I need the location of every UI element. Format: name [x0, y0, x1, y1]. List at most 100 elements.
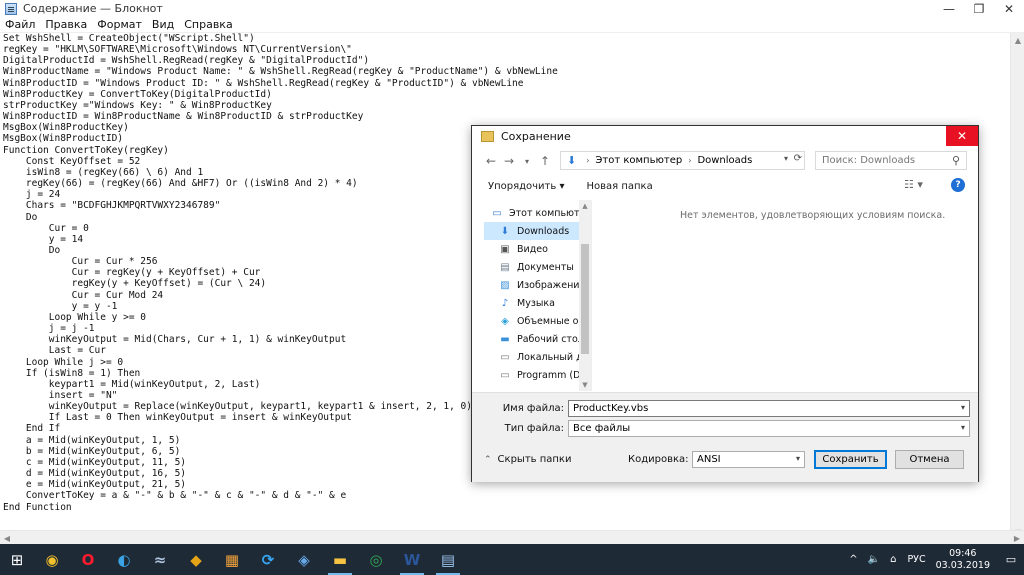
- code-line: Win8ProductID = "Windows Product ID: " &…: [3, 77, 524, 89]
- hide-folders-button[interactable]: ⌃ Скрыть папки: [484, 454, 571, 465]
- tree-item[interactable]: ◈ Объемные объ: [484, 312, 591, 330]
- file-explorer-icon[interactable]: ▬: [322, 544, 358, 575]
- tray-chevron-icon[interactable]: ^: [849, 554, 857, 565]
- tree-scrollbar[interactable]: ▲ ▼: [579, 200, 591, 391]
- scroll-thumb[interactable]: [581, 244, 589, 354]
- store-app-icon[interactable]: ◈: [286, 544, 322, 575]
- wave-app-icon[interactable]: ≈: [142, 544, 178, 575]
- filetype-value: Все файлы: [573, 423, 631, 434]
- window-title: Содержание — Блокнот: [23, 2, 163, 15]
- taskbar-apps: ◉ O ◐ ≈ ◆ ▦ ⟳ ◈ ▬ ◎ W ▤: [34, 544, 466, 575]
- notepad-title-bar[interactable]: Содержание — Блокнот — ❐ ✕: [0, 0, 1024, 17]
- scroll-right-icon[interactable]: ▶: [1010, 531, 1024, 545]
- breadcrumb-current[interactable]: Downloads: [697, 155, 752, 166]
- scroll-left-icon[interactable]: ◀: [0, 531, 14, 545]
- new-folder-button[interactable]: Новая папка: [586, 181, 652, 192]
- tree-item[interactable]: ⬇ Downloads: [484, 222, 591, 240]
- tree-item[interactable]: ▬ Рабочий стол: [484, 330, 591, 348]
- images-icon: ▨: [500, 279, 510, 291]
- close-button[interactable]: ✕: [994, 0, 1024, 17]
- photo-app-icon[interactable]: ▦: [214, 544, 250, 575]
- up-arrow-icon[interactable]: ↑: [536, 152, 554, 170]
- taskbar: ⊞ ◉ O ◐ ≈ ◆ ▦ ⟳ ◈ ▬ ◎ W ▤ ^ 🔈 ⌂ РУС 09:46 03.03.201…: [0, 544, 1024, 575]
- menu-file[interactable]: Файл: [0, 18, 40, 31]
- notifications-icon[interactable]: ▭: [998, 544, 1024, 575]
- chevron-down-icon[interactable]: ▾: [961, 403, 965, 412]
- tree-item-label: Видео: [517, 243, 548, 255]
- breadcrumb-root[interactable]: Этот компьютер: [595, 155, 682, 166]
- tree-item[interactable]: ▭ Programm (D:): [484, 366, 591, 384]
- horizontal-scrollbar[interactable]: ◀ ▶: [0, 530, 1024, 544]
- breadcrumb-separator-icon: ›: [688, 156, 692, 165]
- minimize-button[interactable]: —: [934, 0, 964, 17]
- local-disk-icon: ▭: [500, 351, 510, 363]
- search-icon[interactable]: ⚲: [952, 154, 960, 167]
- search-input[interactable]: Поиск: Downloads ⚲: [815, 151, 967, 170]
- address-bar[interactable]: ⬇ › Этот компьютер › Downloads ▾ ⟳: [560, 151, 805, 170]
- tree-item[interactable]: ♪ Музыка: [484, 294, 591, 312]
- chevron-down-icon[interactable]: ▾: [796, 454, 800, 463]
- word-icon[interactable]: W: [394, 544, 430, 575]
- code-line: regKey = "HKLM\SOFTWARE\Microsoft\Window…: [3, 44, 352, 56]
- cancel-button[interactable]: Отмена: [895, 450, 964, 469]
- tree-item-label: Музыка: [517, 297, 555, 309]
- desktop: Содержание — Блокнот — ❐ ✕ Файл Правка Ф…: [0, 0, 1024, 575]
- notepad-icon[interactable]: ▤: [430, 544, 466, 575]
- code-line: Win8ProductKey = ConvertToKey(DigitalPro…: [3, 88, 272, 100]
- dialog-close-button[interactable]: ✕: [946, 126, 978, 146]
- code-line: ConvertToKey = a & "-" & b & "-" & c & "…: [3, 490, 347, 502]
- chevron-down-icon[interactable]: ▾: [961, 423, 965, 432]
- filetype-select[interactable]: Все файлы ▾: [568, 420, 970, 437]
- forward-arrow-icon[interactable]: →: [500, 152, 518, 170]
- refresh-icon[interactable]: ⟳: [794, 153, 802, 164]
- speaker-icon[interactable]: 🔈: [868, 554, 880, 565]
- chrome-style-browser-icon[interactable]: ◉: [34, 544, 70, 575]
- scroll-down-icon[interactable]: ▼: [579, 379, 591, 391]
- encoding-select[interactable]: ANSI ▾: [692, 451, 805, 468]
- windows-start-icon[interactable]: ⊞: [0, 544, 34, 575]
- dialog-toolbar: Упорядочить ▾ Новая папка ☷ ▾ ?: [472, 176, 978, 196]
- language-indicator[interactable]: РУС: [907, 554, 925, 565]
- network-icon[interactable]: ⌂: [890, 554, 896, 565]
- tree-item[interactable]: ▤ Документы: [484, 258, 591, 276]
- view-options-icon[interactable]: ☷ ▾: [904, 178, 923, 191]
- navigation-bar: ← → ▾ ↑ ⬇ › Этот компьютер › Downloads ▾…: [472, 150, 978, 172]
- ccleaner-icon[interactable]: ◐: [106, 544, 142, 575]
- downloads-icon: ⬇: [567, 154, 577, 167]
- drive-icon: ▭: [500, 369, 510, 381]
- menu-help[interactable]: Справка: [179, 18, 237, 31]
- tree-item[interactable]: ▣ Видео: [484, 240, 591, 258]
- opera-icon[interactable]: O: [70, 544, 106, 575]
- address-dropdown-icon[interactable]: ▾: [784, 154, 788, 163]
- back-arrow-icon[interactable]: ←: [482, 152, 500, 170]
- chrome-icon[interactable]: ◎: [358, 544, 394, 575]
- code-line: DigitalProductId = WshShell.RegRead(regK…: [3, 55, 370, 67]
- dialog-title-bar[interactable]: Сохранение ✕: [472, 126, 978, 146]
- filename-input[interactable]: ProductKey.vbs ▾: [568, 400, 970, 417]
- shield-app-icon[interactable]: ◆: [178, 544, 214, 575]
- dialog-footer: Имя файла: ProductKey.vbs ▾ Тип файла: В…: [472, 392, 978, 482]
- search-placeholder: Поиск: Downloads: [822, 155, 916, 166]
- scroll-up-icon[interactable]: ▲: [579, 200, 591, 212]
- menu-view[interactable]: Вид: [147, 18, 179, 31]
- tree-item-label: Документы: [517, 261, 574, 273]
- maximize-button[interactable]: ❐: [964, 0, 994, 17]
- tree-item-label: Programm (D:): [517, 369, 588, 381]
- menu-format[interactable]: Формат: [92, 18, 147, 31]
- tree-item[interactable]: ▭ Этот компьютер: [484, 204, 591, 222]
- clock-date: 03.03.2019: [935, 559, 990, 571]
- vertical-scrollbar[interactable]: ▲ ▼: [1010, 33, 1024, 539]
- tree-item[interactable]: ▭ Локальный дис: [484, 348, 591, 366]
- refresh-app-icon[interactable]: ⟳: [250, 544, 286, 575]
- save-button[interactable]: Сохранить: [814, 450, 887, 469]
- filename-label: Имя файла:: [502, 403, 564, 414]
- help-icon[interactable]: ?: [951, 178, 965, 192]
- scroll-up-icon[interactable]: ▲: [1011, 33, 1024, 47]
- organize-button[interactable]: Упорядочить ▾: [488, 181, 564, 192]
- clock[interactable]: 09:46 03.03.2019: [936, 548, 990, 572]
- 3d-objects-icon: ◈: [501, 315, 509, 327]
- hide-folders-label: Скрыть папки: [497, 454, 572, 465]
- menu-edit[interactable]: Правка: [40, 18, 92, 31]
- recent-chevron-icon[interactable]: ▾: [518, 152, 536, 170]
- tree-item[interactable]: ▨ Изображения: [484, 276, 591, 294]
